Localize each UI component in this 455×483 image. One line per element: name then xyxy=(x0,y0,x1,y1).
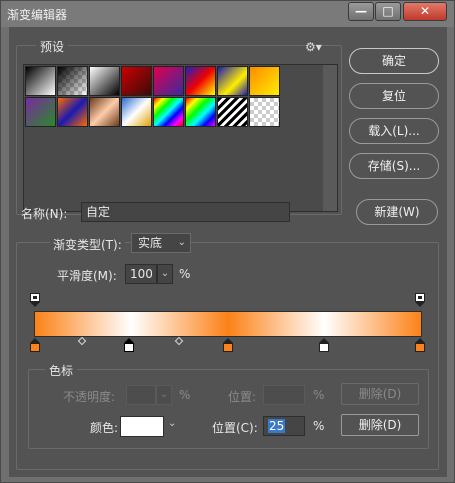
chevron-down-icon: ⌄ xyxy=(160,268,170,279)
delete-color-stop-button[interactable]: 删除(D) xyxy=(341,414,419,436)
maximize-button[interactable]: □ xyxy=(375,2,401,21)
preset-swatch[interactable] xyxy=(153,66,184,96)
smoothness-unit: % xyxy=(179,267,191,281)
color-stop[interactable] xyxy=(223,338,233,352)
preset-swatch[interactable] xyxy=(89,66,120,96)
opacity-location-unit: % xyxy=(313,388,325,402)
color-location-label: 位置(C): xyxy=(212,421,258,435)
gradient-preview-bar[interactable] xyxy=(34,311,422,337)
opacity-unit: % xyxy=(179,388,191,402)
opacity-label: 不透明度: xyxy=(63,390,116,404)
close-icon: ✕ xyxy=(419,4,431,18)
color-location-value: 25 xyxy=(268,419,286,433)
preset-swatch[interactable] xyxy=(121,66,152,96)
preset-swatch[interactable] xyxy=(57,97,88,127)
stops-legend: 色标 xyxy=(45,362,78,379)
gear-icon[interactable]: ⚙▾ xyxy=(305,40,322,54)
preset-swatch[interactable] xyxy=(25,97,56,127)
preset-swatch[interactable] xyxy=(185,66,216,96)
stop-color-swatch[interactable] xyxy=(120,416,164,437)
color-stop[interactable] xyxy=(415,338,425,352)
color-location-input[interactable]: 25 xyxy=(263,416,305,436)
preset-swatch[interactable] xyxy=(153,97,184,127)
save-button[interactable]: 存储(S)... xyxy=(349,153,439,179)
minimize-button[interactable]: — xyxy=(348,2,374,21)
color-stop-selected[interactable] xyxy=(124,338,134,352)
minimize-icon: — xyxy=(355,4,367,18)
gradient-editor-window: 渐变编辑器 — □ ✕ 预设 ⚙▾ 确定 复位 载入(L)... 存储(S)..… xyxy=(0,0,455,483)
dialog-body: 预设 ⚙▾ 确定 复位 载入(L)... 存储(S)... 名称(N): 自定 … xyxy=(9,27,447,477)
close-button[interactable]: ✕ xyxy=(403,2,447,21)
reset-button[interactable]: 复位 xyxy=(349,83,439,109)
preset-swatch[interactable] xyxy=(185,97,216,127)
preset-swatch[interactable] xyxy=(217,97,248,127)
opacity-input[interactable] xyxy=(126,385,156,405)
opacity-stop[interactable] xyxy=(415,293,425,307)
gradient-type-label: 渐变类型(T): xyxy=(50,236,125,253)
opacity-location-label: 位置: xyxy=(228,390,257,404)
stops-group xyxy=(28,369,429,449)
color-stop[interactable] xyxy=(319,338,329,352)
opacity-location-input[interactable] xyxy=(263,385,305,405)
smoothness-dropdown[interactable]: ⌄ xyxy=(157,264,173,284)
name-label: 名称(N): xyxy=(21,207,68,221)
color-label: 颜色: xyxy=(90,421,119,435)
presets-legend: 预设 xyxy=(36,38,69,55)
opacity-stop[interactable] xyxy=(30,293,40,307)
ok-button[interactable]: 确定 xyxy=(349,48,439,74)
title-bar[interactable]: 渐变编辑器 — □ ✕ xyxy=(1,1,454,27)
presets-scrollbar[interactable] xyxy=(323,65,337,211)
maximize-icon: □ xyxy=(382,4,394,18)
name-input[interactable]: 自定 xyxy=(81,202,290,222)
chevron-down-icon: ⌄ xyxy=(177,237,186,248)
preset-swatch[interactable] xyxy=(57,66,88,96)
preset-swatch[interactable] xyxy=(25,66,56,96)
gradient-type-value: 实底 xyxy=(138,236,163,250)
gradient-type-select[interactable]: 实底 ⌄ xyxy=(131,233,191,253)
delete-opacity-stop-button[interactable]: 删除(D) xyxy=(341,383,419,405)
preset-swatch[interactable] xyxy=(249,66,280,96)
window-title: 渐变编辑器 xyxy=(7,8,68,22)
chevron-down-icon: ⌄ xyxy=(159,389,169,400)
opacity-dropdown[interactable]: ⌄ xyxy=(156,385,172,405)
presets-grid xyxy=(23,64,338,212)
smoothness-input[interactable]: 100 xyxy=(125,264,157,284)
preset-swatch[interactable] xyxy=(217,66,248,96)
preset-swatch[interactable] xyxy=(249,97,280,127)
color-stop[interactable] xyxy=(30,338,40,352)
new-button[interactable]: 新建(W) xyxy=(356,199,438,225)
smoothness-label: 平滑度(M): xyxy=(57,269,117,283)
load-button[interactable]: 载入(L)... xyxy=(349,118,439,144)
color-location-unit: % xyxy=(313,419,325,433)
preset-swatch[interactable] xyxy=(121,97,152,127)
chevron-down-icon[interactable]: ⌄ xyxy=(168,418,176,429)
preset-swatch[interactable] xyxy=(89,97,120,127)
